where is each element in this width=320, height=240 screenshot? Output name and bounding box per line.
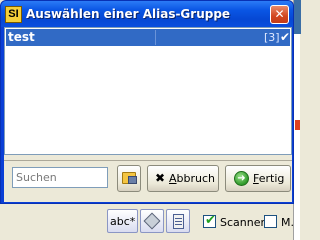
cancel-label: Abbruch [169,172,216,185]
background-window-edge [293,0,301,240]
alias-group-dialog: SI Auswählen einer Alias-Gruppe ✕ test [… [0,0,294,204]
dialog-title: Auswählen einer Alias-Gruppe [26,7,231,21]
checkmark-icon: ✔ [280,30,291,44]
bottom-action-bar: ✖ Abbruch ➜ Fertig [4,160,292,200]
spell-check-label: abc* [110,215,136,228]
calculator-button[interactable] [166,209,190,233]
app-icon: SI [5,6,22,23]
folder-lookup-button[interactable] [117,165,141,192]
search-input[interactable] [12,167,108,188]
calculator-icon [173,214,184,229]
x-icon: ✖ [155,171,166,185]
spell-check-button[interactable]: abc* [107,209,138,233]
column-divider [155,30,156,45]
list-item[interactable]: test [3] ✔ [6,29,290,46]
scanner-label: Scanner [220,216,266,229]
background-marker [295,120,300,130]
done-button[interactable]: ➜ Fertig [225,165,291,192]
checkmark-icon: ✔ [205,213,216,228]
tag-icon [143,212,161,230]
background-window-titlebar [294,0,301,34]
tag-button[interactable] [140,209,164,233]
m-checkbox[interactable] [264,215,277,228]
list-item-count: [3] [264,31,280,44]
list-item-name: test [8,30,35,44]
go-arrow-icon: ➜ [234,171,249,186]
close-button[interactable]: ✕ [270,5,289,24]
scanner-checkbox[interactable]: ✔ [203,213,216,228]
folder-lookup-icon [122,172,137,184]
dialog-client-area: test [3] ✔ ✖ Abbruch ➜ Fertig [4,27,292,202]
done-label: Fertig [253,172,285,185]
title-bar[interactable]: SI Auswählen einer Alias-Gruppe ✕ [1,1,293,27]
m-label: M. [281,216,294,229]
alias-group-list[interactable]: test [3] ✔ [4,27,292,155]
cancel-button[interactable]: ✖ Abbruch [147,165,219,192]
